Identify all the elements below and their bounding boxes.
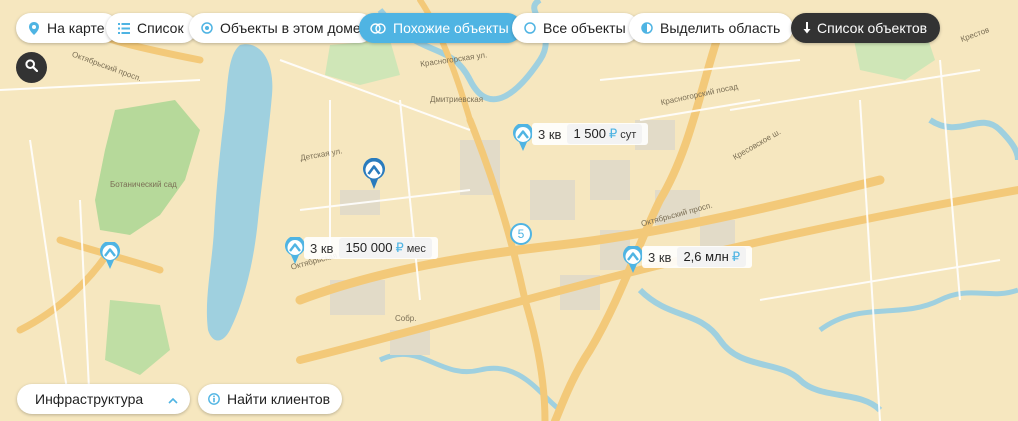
objects-in-house-button[interactable]: Объекты в этом доме	[189, 13, 374, 43]
house-marker-icon	[285, 235, 305, 264]
listing-marker[interactable]	[622, 244, 644, 274]
objects-list-button[interactable]: Список объектов	[791, 13, 941, 43]
on-map-button[interactable]: На карте	[16, 13, 118, 43]
select-area-button[interactable]: Выделить область	[629, 13, 794, 43]
listing-rooms: 3 кв	[538, 126, 562, 142]
similar-objects-button[interactable]: Похожие объекты	[359, 13, 522, 43]
cluster-count: 5	[517, 227, 525, 241]
location-pin-icon	[27, 21, 40, 35]
half-circle-icon	[640, 22, 653, 35]
currency-symbol: ₽	[608, 126, 618, 141]
listing-price-value: 1 500	[573, 126, 606, 141]
listing-price: 150 000 ₽ мес	[339, 238, 432, 258]
find-clients-label: Найти клиентов	[227, 391, 331, 407]
info-icon	[208, 393, 220, 405]
all-objects-button[interactable]: Все объекты	[512, 13, 639, 43]
selected-object-marker[interactable]	[362, 157, 386, 190]
house-marker-icon	[513, 122, 533, 151]
select-area-label: Выделить область	[660, 20, 781, 36]
house-marker-icon	[100, 240, 120, 269]
list-label: Список	[137, 20, 184, 36]
listing-price-value: 2,6 млн	[683, 249, 729, 264]
house-marker-icon	[623, 244, 643, 273]
objects-in-house-label: Объекты в этом доме	[220, 20, 361, 36]
list-icon	[117, 22, 130, 35]
search-button[interactable]	[16, 52, 47, 83]
map-label: Ботанический сад	[110, 180, 177, 189]
on-map-label: На карте	[47, 20, 105, 36]
listing-rooms: 3 кв	[310, 240, 334, 256]
chevron-up-icon	[168, 391, 178, 407]
map-base-layer	[0, 0, 1018, 421]
cluster-marker[interactable]: 5	[510, 223, 532, 245]
search-icon	[25, 58, 39, 77]
listing-label[interactable]: 3 кв 2,6 млн ₽	[642, 246, 753, 268]
currency-symbol: ₽	[731, 249, 741, 264]
listing-label[interactable]: 3 кв 1 500 ₽ сут	[532, 123, 649, 145]
map-label: Собр.	[395, 314, 417, 323]
currency-symbol: ₽	[395, 240, 404, 255]
radio-target-icon	[200, 22, 213, 35]
find-clients-button[interactable]: Найти клиентов	[198, 384, 343, 414]
list-button[interactable]: Список	[106, 13, 197, 43]
listing-price: 2,6 млн ₽	[677, 247, 747, 267]
listing-rooms: 3 кв	[648, 249, 672, 265]
map-label: Дмитриевская	[430, 95, 484, 104]
listing-price-value: 150 000	[345, 240, 393, 255]
all-objects-label: Все объекты	[543, 20, 626, 36]
price-period: сут	[620, 129, 637, 141]
listing-price: 1 500 ₽ сут	[567, 124, 643, 144]
listing-marker[interactable]	[284, 235, 306, 265]
infrastructure-label: Инфраструктура	[35, 391, 144, 407]
listing-label[interactable]: 3 кв 150 000 ₽ мес	[304, 237, 438, 259]
price-period: мес	[406, 243, 426, 255]
infrastructure-dropdown[interactable]: Инфраструктура	[17, 384, 190, 414]
object-marker[interactable]	[99, 240, 121, 270]
objects-list-label: Список объектов	[817, 20, 928, 36]
similar-icon	[370, 22, 386, 35]
map-canvas[interactable]: Октябрьский просп. Ботанический сад Крас…	[0, 0, 1018, 421]
similar-objects-label: Похожие объекты	[393, 20, 509, 36]
listing-marker[interactable]	[512, 122, 534, 152]
radio-empty-icon	[523, 22, 536, 35]
arrow-down-icon	[802, 22, 811, 35]
selected-house-marker-icon	[363, 157, 385, 189]
